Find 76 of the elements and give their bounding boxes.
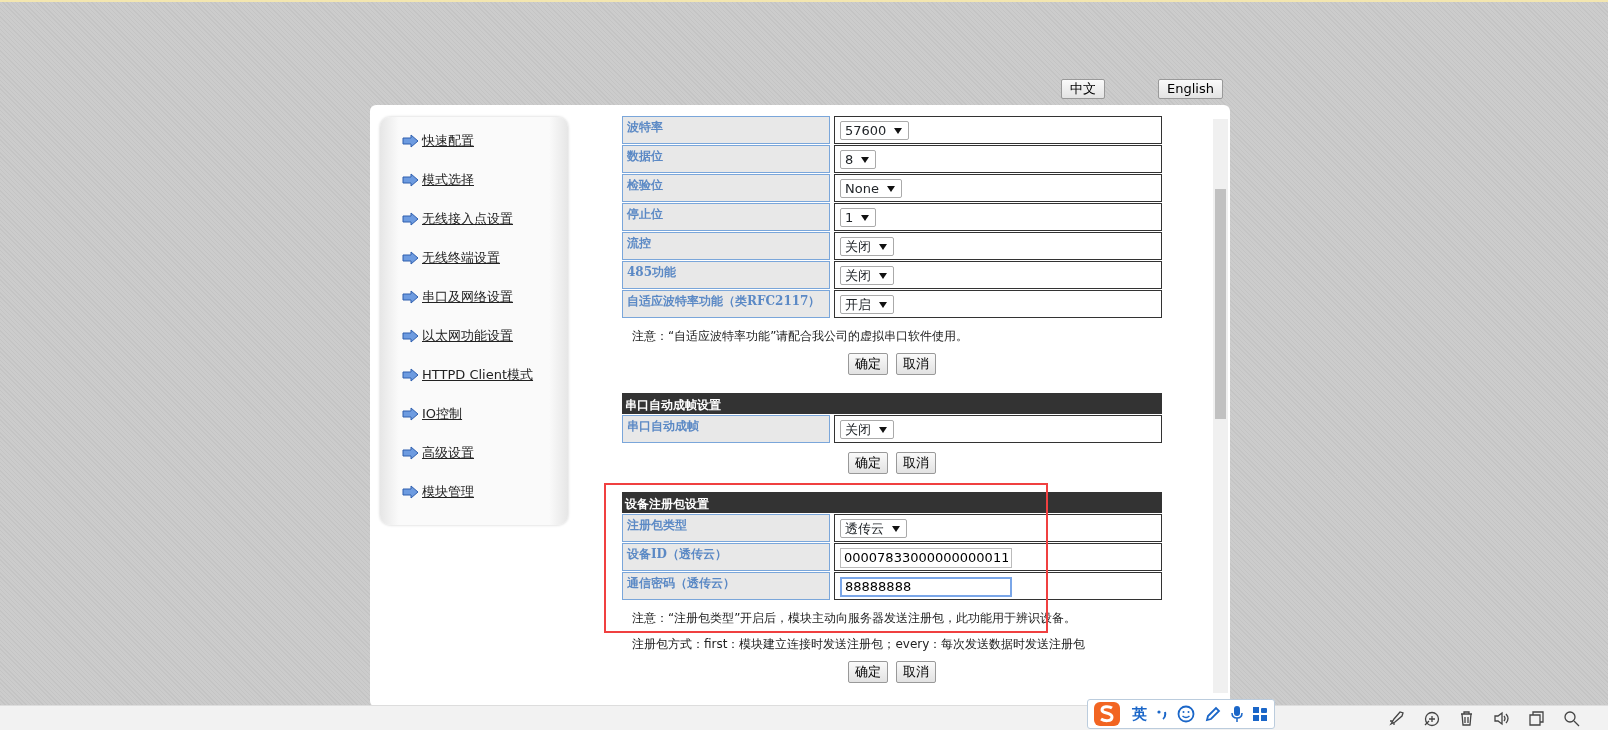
field-label: 自适应波特率功能（类RFC2117） [622, 290, 830, 318]
ime-mode-toggle[interactable]: 英 [1132, 702, 1147, 726]
dropdown[interactable]: 关闭 [840, 420, 894, 440]
sidebar-link[interactable]: HTTPD Client模式 [422, 364, 534, 385]
arrow-icon [402, 328, 419, 343]
arrow-icon [402, 211, 419, 226]
grid-icon[interactable] [1253, 706, 1268, 722]
caret-icon [879, 301, 887, 308]
dropdown[interactable]: 开启 [840, 295, 894, 315]
section-header: 串口自动成帧设置 [622, 393, 1162, 414]
note-text: 注意：“自适应波特率功能”请配合我公司的虚拟串口软件使用。 [632, 328, 970, 345]
caret-icon [879, 426, 887, 433]
ime-logo-icon[interactable] [1092, 701, 1122, 727]
sidebar-link[interactable]: 无线终端设置 [422, 247, 500, 268]
caret-icon [892, 525, 900, 532]
field-label: 设备ID（透传云） [622, 543, 830, 571]
dropdown[interactable]: 关闭 [840, 266, 894, 286]
dropdown[interactable]: None [840, 179, 902, 199]
field-label: 检验位 [622, 174, 830, 202]
sidebar-link[interactable]: 以太网功能设置 [422, 325, 513, 346]
confirm-button[interactable]: 确定 [848, 353, 888, 375]
caret-icon [861, 214, 870, 221]
microphone-icon[interactable] [1231, 705, 1243, 723]
sidebar-link[interactable]: 快速配置 [422, 130, 474, 151]
dropdown[interactable]: 1 [840, 208, 877, 228]
caret-icon [886, 185, 895, 192]
caret-icon [861, 156, 870, 163]
field-label: 波特率 [622, 116, 830, 144]
trash-icon[interactable] [1458, 710, 1475, 727]
scrollbar-thumb[interactable] [1215, 189, 1226, 419]
field-label: 停止位 [622, 203, 830, 231]
sidebar-link[interactable]: IO控制 [422, 403, 463, 424]
arrow-icon [402, 484, 419, 499]
scrollbar[interactable] [1213, 119, 1228, 693]
caret-icon [879, 243, 887, 250]
field-label: 注册包类型 [622, 514, 830, 542]
confirm-button[interactable]: 确定 [848, 661, 888, 683]
cancel-button[interactable]: 取消 [896, 353, 936, 375]
arrow-icon [402, 367, 419, 382]
dropdown[interactable]: 关闭 [840, 237, 894, 257]
sidebar-link[interactable]: 模式选择 [422, 169, 474, 190]
field-label: 串口自动成帧 [622, 415, 830, 443]
note-text: 注册包方式：first：模块建立连接时发送注册包；every：每次发送数据时发送注册包 [632, 636, 1087, 653]
field-label: 通信密码（透传云） [622, 572, 830, 600]
cancel-button[interactable]: 取消 [896, 452, 936, 474]
dropdown[interactable]: 57600 [840, 121, 910, 141]
input-field[interactable]: 00007833000000000011 [840, 547, 1012, 568]
arrow-icon [402, 172, 419, 187]
pen-icon[interactable] [1205, 706, 1221, 722]
field-label: 数据位 [622, 145, 830, 173]
arrow-icon [402, 133, 419, 148]
field-label: 485功能 [622, 261, 830, 289]
cancel-button[interactable]: 取消 [896, 661, 936, 683]
input-field[interactable]: 88888888 [840, 576, 1012, 597]
sidebar-link[interactable]: 串口及网络设置 [422, 286, 513, 307]
caret-icon [894, 127, 903, 134]
arrow-icon [402, 445, 419, 460]
speaker-icon[interactable] [1493, 710, 1510, 727]
search-icon[interactable] [1563, 710, 1580, 727]
field-label: 流控 [622, 232, 830, 260]
arrow-icon [402, 406, 419, 421]
dropdown[interactable]: 8 [840, 150, 877, 170]
emoji-icon[interactable] [1177, 705, 1195, 723]
dropdown[interactable]: 透传云 [840, 519, 907, 539]
add-circle-icon[interactable] [1423, 710, 1440, 727]
confirm-button[interactable]: 确定 [848, 452, 888, 474]
sidebar-link[interactable]: 高级设置 [422, 442, 474, 463]
window-icon[interactable] [1528, 710, 1545, 727]
language-button[interactable]: 中文 [1061, 79, 1105, 99]
language-button[interactable]: English [1158, 79, 1223, 99]
sidebar-link[interactable]: 模块管理 [422, 481, 474, 502]
caret-icon [879, 272, 887, 279]
arrow-icon [402, 289, 419, 304]
arrow-icon [402, 250, 419, 265]
sidebar-link[interactable]: 无线接入点设置 [422, 208, 513, 229]
section-header: 设备注册包设置 [622, 492, 1162, 513]
